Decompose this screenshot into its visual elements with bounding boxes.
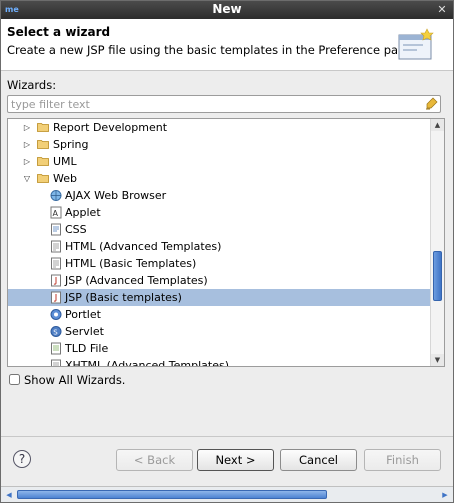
tree-item-label: UML bbox=[53, 155, 77, 168]
html-file-icon bbox=[51, 359, 61, 366]
finish-button[interactable]: Finish bbox=[364, 449, 441, 471]
html-file-icon bbox=[51, 240, 61, 253]
tree-folder-row[interactable]: ▷ Report Development bbox=[8, 119, 430, 136]
scroll-down-icon[interactable]: ▼ bbox=[431, 354, 444, 366]
tree-folder-row[interactable]: ▷ Spring bbox=[8, 136, 430, 153]
scroll-left-icon[interactable]: ◀ bbox=[3, 489, 15, 501]
wizard-tree[interactable]: ▷ Report Development ▷ Spring ▷ UML ▽ Web AJAX W… bbox=[7, 118, 445, 367]
jsp-file-icon bbox=[51, 291, 61, 304]
button-bar-separator bbox=[1, 436, 453, 437]
tree-item-label: Web bbox=[53, 172, 77, 185]
tree-item-row[interactable]: CSS bbox=[8, 221, 430, 238]
tree-item-row[interactable]: Portlet bbox=[8, 306, 430, 323]
collapsed-twisty-icon[interactable]: ▷ bbox=[22, 153, 32, 170]
tree-item-row[interactable]: XHTML (Advanced Templates) bbox=[8, 357, 430, 367]
tree-item-label: JSP (Basic templates) bbox=[65, 291, 182, 304]
tree-item-row[interactable]: S Servlet bbox=[8, 323, 430, 340]
tree-item-label: HTML (Advanced Templates) bbox=[65, 240, 222, 253]
servlet-icon: S bbox=[50, 326, 62, 337]
tree-item-label: Spring bbox=[53, 138, 89, 151]
tree-item-row[interactable]: JSP (Basic templates) bbox=[8, 289, 430, 306]
tree-item-label: AJAX Web Browser bbox=[65, 189, 167, 202]
tree-item-row[interactable]: AJAX Web Browser bbox=[8, 187, 430, 204]
tree-vertical-scrollbar[interactable]: ▲ ▼ bbox=[430, 119, 444, 366]
tree-item-label: JSP (Advanced Templates) bbox=[65, 274, 208, 287]
tree-item-label: XHTML (Advanced Templates) bbox=[65, 359, 229, 367]
window-title: New bbox=[212, 2, 242, 16]
tree-item-label: Applet bbox=[65, 206, 101, 219]
folder-icon bbox=[37, 123, 49, 132]
tree-item-row[interactable]: JSP (Advanced Templates) bbox=[8, 272, 430, 289]
show-all-wizards-label: Show All Wizards. bbox=[24, 373, 126, 387]
tree-item-label: Portlet bbox=[65, 308, 101, 321]
back-button[interactable]: < Back bbox=[116, 449, 193, 471]
tree-item-label: TLD File bbox=[65, 342, 109, 355]
filter-field[interactable] bbox=[7, 95, 441, 113]
wizard-banner-icon bbox=[398, 28, 434, 60]
tree-item-label: Servlet bbox=[65, 325, 104, 338]
wizard-header: Select a wizard Create a new JSP file us… bbox=[1, 19, 453, 71]
help-icon[interactable]: ? bbox=[13, 450, 31, 468]
filter-input[interactable] bbox=[11, 97, 411, 111]
svg-text:S: S bbox=[53, 329, 58, 337]
tree-item-row[interactable]: HTML (Basic Templates) bbox=[8, 255, 430, 272]
tree-item-row[interactable]: TLD File bbox=[8, 340, 430, 357]
html-file-icon bbox=[51, 257, 61, 270]
scroll-right-icon[interactable]: ▶ bbox=[439, 489, 451, 501]
folder-icon bbox=[37, 174, 49, 183]
show-all-wizards-checkbox[interactable] bbox=[9, 374, 20, 385]
globe-icon bbox=[50, 190, 62, 201]
wizard-tree-rows: ▷ Report Development ▷ Spring ▷ UML ▽ Web AJAX W… bbox=[8, 119, 430, 367]
horizontal-scroll-thumb[interactable] bbox=[17, 490, 327, 499]
tree-item-row[interactable]: HTML (Advanced Templates) bbox=[8, 238, 430, 255]
clear-filter-icon[interactable] bbox=[424, 97, 438, 111]
tree-item-label: Report Development bbox=[53, 121, 168, 134]
tld-file-icon bbox=[51, 342, 61, 355]
expanded-twisty-icon[interactable]: ▽ bbox=[22, 170, 32, 187]
css-file-icon bbox=[51, 223, 61, 236]
title-bar[interactable]: me New ✕ bbox=[1, 1, 453, 19]
horizontal-scrollbar[interactable]: ◀ ▶ bbox=[1, 486, 453, 502]
new-wizard-dialog: me New ✕ Select a wizard Create a new JS… bbox=[0, 0, 454, 503]
header-title: Select a wizard bbox=[7, 25, 111, 39]
tree-item-label: CSS bbox=[65, 223, 87, 236]
tree-item-row[interactable]: A Applet bbox=[8, 204, 430, 221]
scroll-thumb[interactable] bbox=[433, 251, 442, 301]
next-button[interactable]: Next > bbox=[197, 449, 274, 471]
tree-folder-row[interactable]: ▷ UML bbox=[8, 153, 430, 170]
header-description: Create a new JSP file using the basic te… bbox=[7, 43, 419, 57]
applet-icon: A bbox=[50, 206, 62, 219]
svg-text:A: A bbox=[53, 209, 59, 218]
collapsed-twisty-icon[interactable]: ▷ bbox=[22, 119, 32, 136]
folder-icon bbox=[37, 157, 49, 166]
jsp-file-icon bbox=[51, 274, 61, 287]
close-window-button[interactable]: ✕ bbox=[435, 3, 449, 17]
scroll-up-icon[interactable]: ▲ bbox=[431, 119, 444, 131]
folder-icon bbox=[37, 140, 49, 149]
portlet-icon bbox=[50, 309, 62, 320]
tree-folder-row[interactable]: ▽ Web bbox=[8, 170, 430, 187]
collapsed-twisty-icon[interactable]: ▷ bbox=[22, 136, 32, 153]
cancel-button[interactable]: Cancel bbox=[280, 449, 357, 471]
tree-item-label: HTML (Basic Templates) bbox=[65, 257, 197, 270]
wizards-label: Wizards: bbox=[7, 78, 57, 92]
